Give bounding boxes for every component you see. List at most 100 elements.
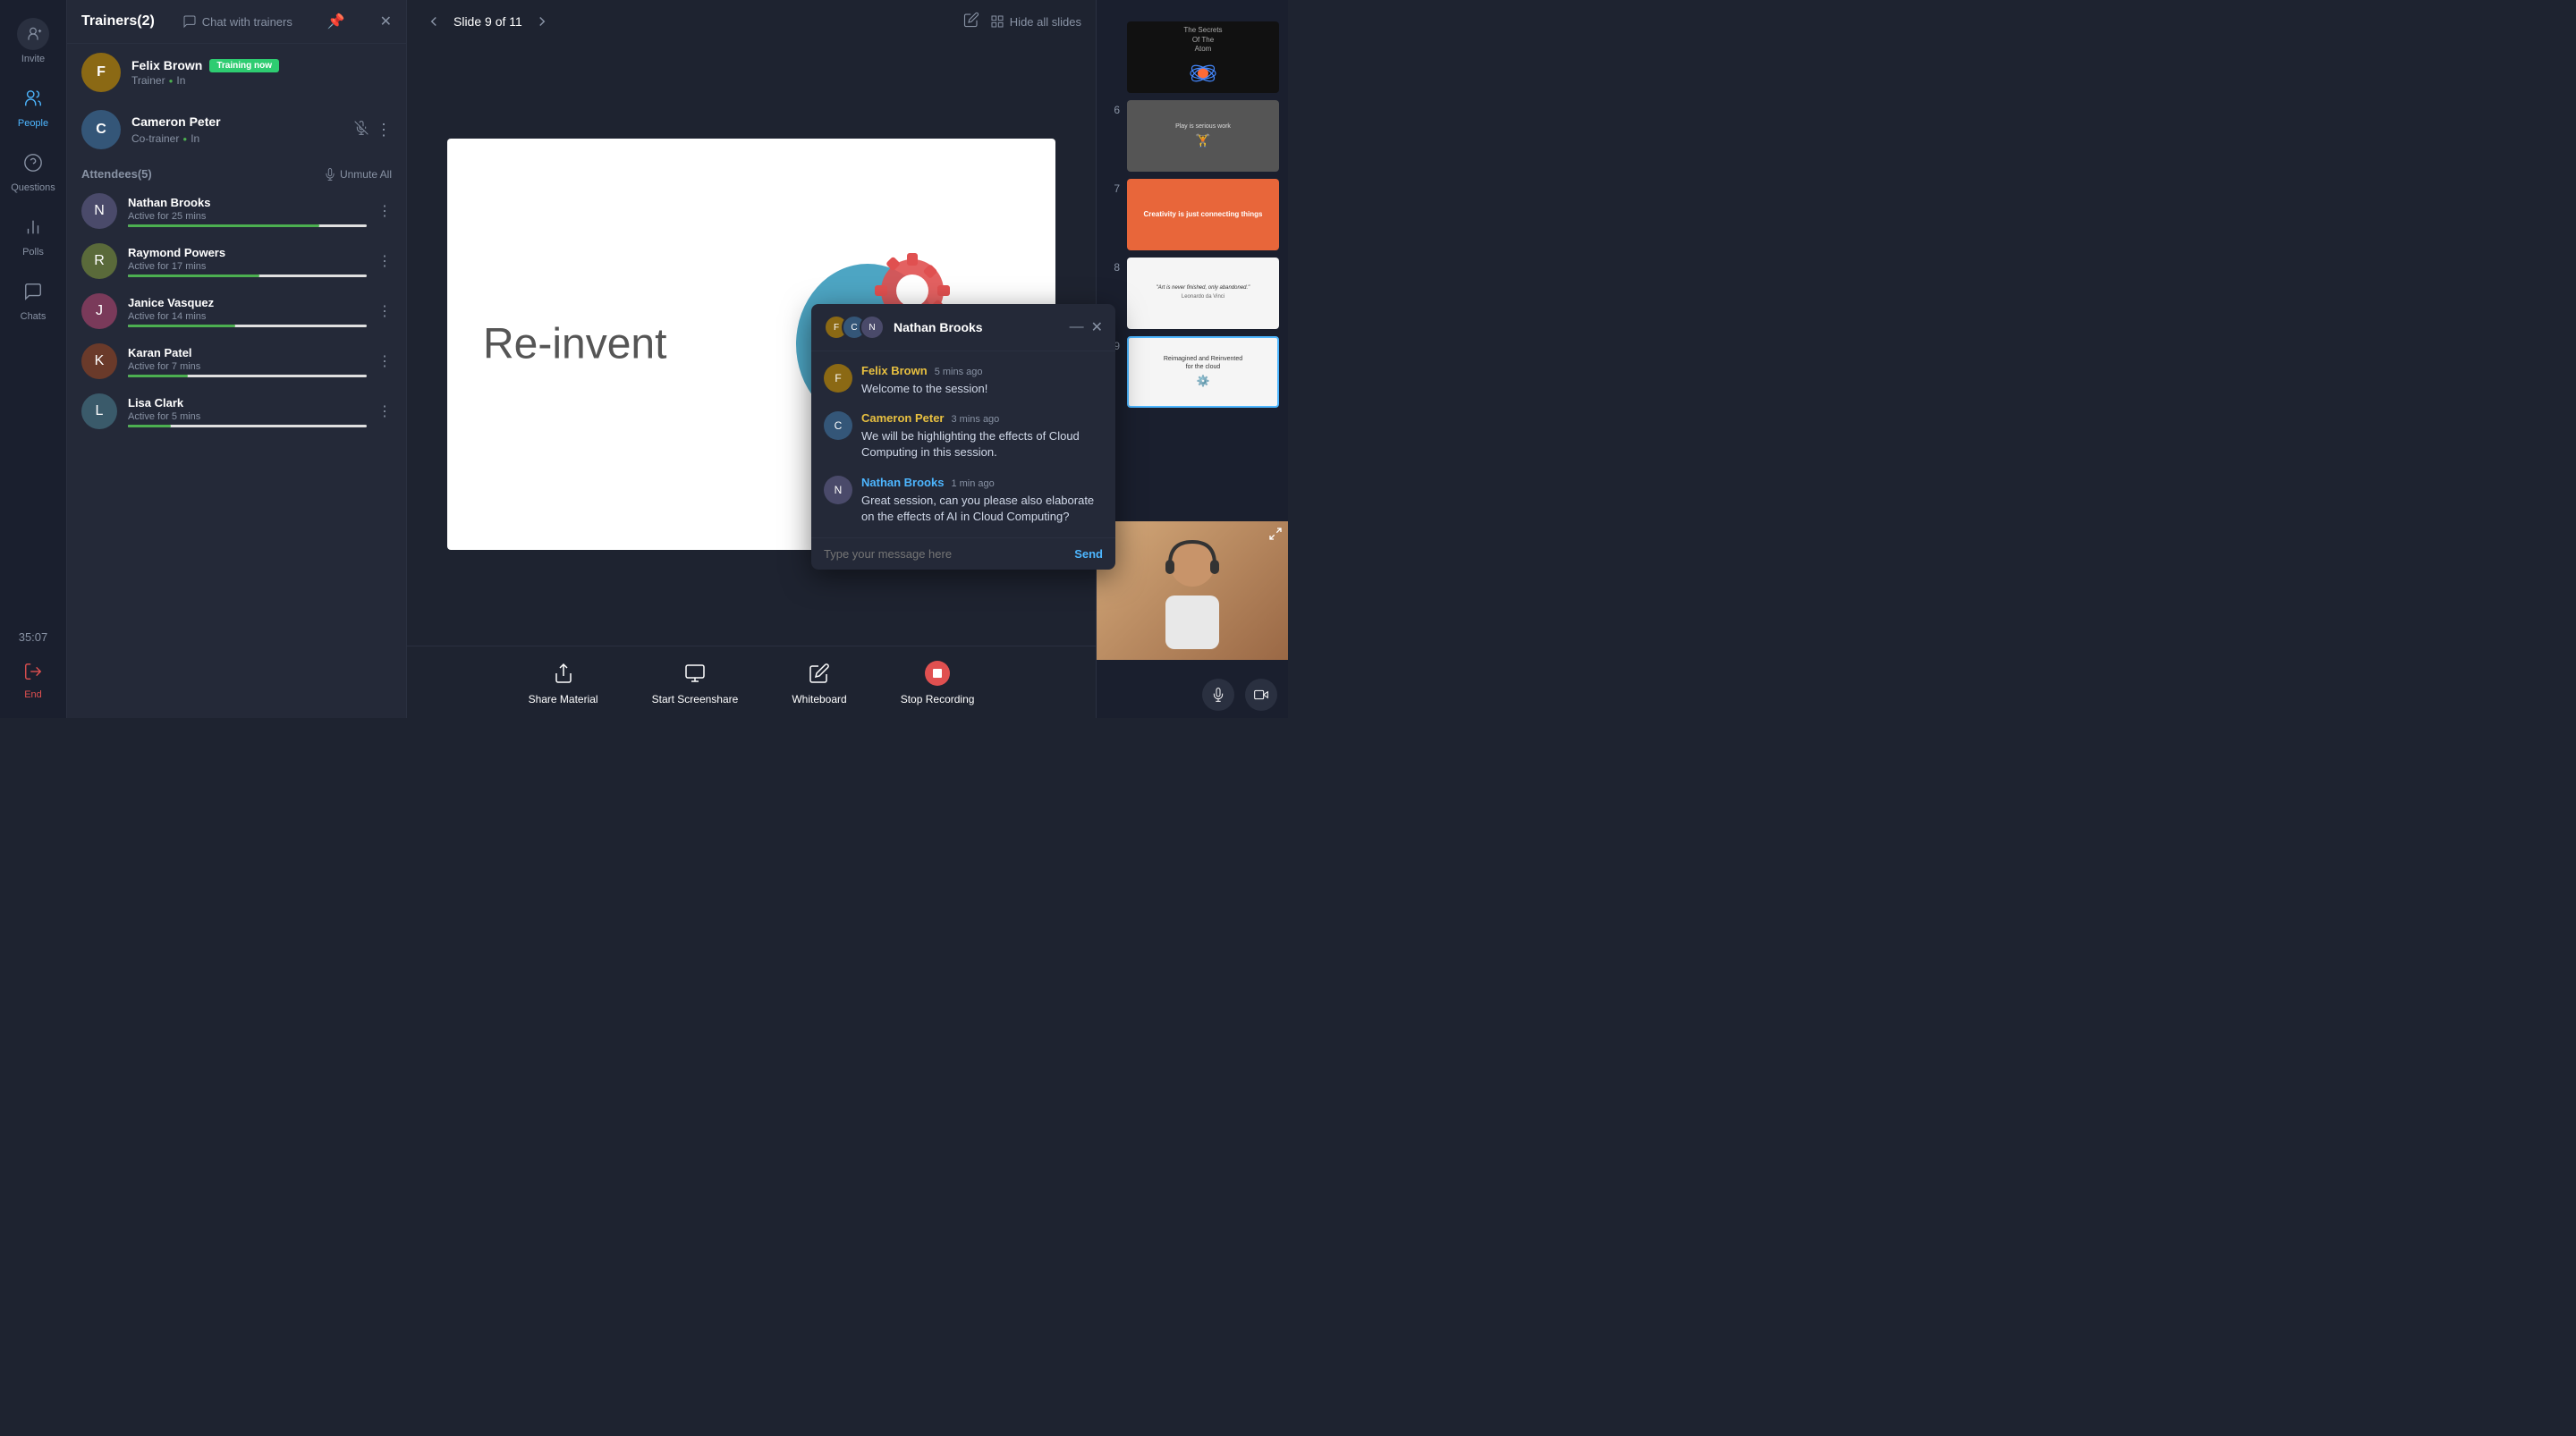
chat-messages: F Felix Brown 5 mins ago Welcome to the … <box>811 351 1115 537</box>
more-icon-lisa[interactable]: ⋮ <box>377 402 392 420</box>
msg-time-0: 5 mins ago <box>935 367 983 377</box>
trainer-badge-felix: Training now <box>209 59 279 72</box>
attendee-avatar-karan: K <box>81 343 117 379</box>
attendee-name-karan: Karan Patel <box>128 346 367 359</box>
attendee-item-raymond[interactable]: R Raymond Powers Active for 17 mins ⋮ <box>67 236 406 286</box>
active-bar-lisa <box>128 425 367 427</box>
chat-send-button[interactable]: Send <box>1074 547 1103 561</box>
trainer-item-cameron[interactable]: C Cameron Peter Co-trainer ● In ⋮ <box>67 101 406 158</box>
active-bar-nathan <box>128 224 367 227</box>
next-slide-button[interactable] <box>530 9 555 34</box>
slide-thumb-9[interactable]: Reimagined and Reinventedfor the cloud ⚙… <box>1127 336 1279 408</box>
chat-input[interactable] <box>824 547 1065 561</box>
msg-time-1: 3 mins ago <box>951 414 999 425</box>
share-material-icon <box>549 659 578 688</box>
attendee-avatar-janice: J <box>81 293 117 329</box>
questions-icon <box>17 147 49 179</box>
attendee-active-lisa: Active for 5 mins <box>128 411 367 422</box>
attendees-title: Attendees(5) <box>81 167 152 181</box>
active-bar-fill-karan <box>128 375 188 377</box>
attendee-active-raymond: Active for 17 mins <box>128 261 367 272</box>
start-screenshare-button[interactable]: Start Screenshare <box>652 659 739 705</box>
msg-text-1: We will be highlighting the effects of C… <box>861 428 1103 460</box>
share-material-button[interactable]: Share Material <box>529 659 598 705</box>
msg-sender-2: Nathan Brooks <box>861 476 944 489</box>
edit-button[interactable] <box>963 12 979 32</box>
slide-counter: Slide 9 of 11 <box>453 14 522 29</box>
attendee-avatar-nathan: N <box>81 193 117 229</box>
attendee-info-lisa: Lisa Clark Active for 5 mins <box>128 396 367 427</box>
chat-avatar-nathan-mini: N <box>860 315 885 340</box>
active-bar-fill-raymond <box>128 275 259 277</box>
chat-message-0: F Felix Brown 5 mins ago Welcome to the … <box>824 364 1103 397</box>
end-icon <box>23 662 43 686</box>
people-panel: Trainers(2) Chat with trainers 📌 ✕ F Fel… <box>67 0 407 718</box>
slide-thumb-5[interactable]: The SecretsOf TheAtom <box>1127 21 1279 93</box>
attendee-item-nathan[interactable]: N Nathan Brooks Active for 25 mins ⋮ <box>67 186 406 236</box>
attendee-item-lisa[interactable]: L Lisa Clark Active for 5 mins ⋮ <box>67 386 406 436</box>
more-icon-janice[interactable]: ⋮ <box>377 302 392 320</box>
sidebar-item-people[interactable]: People <box>0 73 66 138</box>
msg-text-0: Welcome to the session! <box>861 381 1103 397</box>
trainer-info-felix: Felix Brown Training now Trainer ● In <box>131 58 392 87</box>
sidebar-item-questions[interactable]: Questions <box>0 138 66 202</box>
mic-button[interactable] <box>1202 679 1234 711</box>
trainer-avatar-felix: F <box>81 53 121 92</box>
msg-time-2: 1 min ago <box>951 478 994 489</box>
attendee-item-janice[interactable]: J Janice Vasquez Active for 14 mins ⋮ <box>67 286 406 336</box>
attendee-info-raymond: Raymond Powers Active for 17 mins <box>128 246 367 277</box>
main-area: Slide 9 of 11 Hide all slides <box>407 0 1096 718</box>
sidebar-item-chats[interactable]: Chats <box>0 266 66 331</box>
close-panel-icon[interactable]: ✕ <box>380 13 392 30</box>
hide-slides-label: Hide all slides <box>1010 15 1081 29</box>
slide-thumb-row-8: 8 "Art is never finished, only abandoned… <box>1106 258 1279 329</box>
trainer-name-felix: Felix Brown <box>131 58 202 72</box>
msg-body-2: Nathan Brooks 1 min ago Great session, c… <box>861 476 1103 525</box>
trainer-role-felix: Trainer ● In <box>131 74 392 87</box>
chats-icon <box>17 275 49 308</box>
slide-thumb-6[interactable]: Play is serious work 🏋️ <box>1127 100 1279 172</box>
trainer-item-felix[interactable]: F Felix Brown Training now Trainer ● In <box>67 44 406 101</box>
video-section <box>1097 579 1288 718</box>
mute-icon[interactable] <box>354 121 369 139</box>
whiteboard-button[interactable]: Whiteboard <box>792 659 846 705</box>
slide-thumb-7[interactable]: Creativity is just connecting things <box>1127 179 1279 250</box>
msg-avatar-felix: F <box>824 364 852 393</box>
more-icon-nathan[interactable]: ⋮ <box>377 202 392 220</box>
more-icon-karan[interactable]: ⋮ <box>377 352 392 370</box>
chat-minimize-button[interactable]: — <box>1070 319 1084 335</box>
attendee-info-nathan: Nathan Brooks Active for 25 mins <box>128 196 367 227</box>
hide-slides-button[interactable]: Hide all slides <box>990 14 1081 29</box>
slide-thumb-8[interactable]: "Art is never finished, only abandoned."… <box>1127 258 1279 329</box>
screenshare-label: Start Screenshare <box>652 693 739 705</box>
chat-modal: F C N Nathan Brooks — ✕ F Felix Brown 5 … <box>811 304 1115 570</box>
sidebar-item-polls[interactable]: Polls <box>0 202 66 266</box>
active-bar-fill-nathan <box>128 224 319 227</box>
slide-thumb-row-9: 9 Reimagined and Reinventedfor the cloud… <box>1106 336 1279 408</box>
slide-num-8: 8 <box>1106 258 1120 274</box>
people-icon <box>17 82 49 114</box>
video-person <box>1097 521 1288 660</box>
chat-trainers-label: Chat with trainers <box>202 15 292 29</box>
chat-close-button[interactable]: ✕ <box>1091 318 1103 336</box>
top-bar-right: Hide all slides <box>963 12 1081 32</box>
left-sidebar: Invite People Questions Polls <box>0 0 67 718</box>
end-label: End <box>24 689 42 700</box>
chat-trainers-button[interactable]: Chat with trainers <box>182 14 292 29</box>
whiteboard-label: Whiteboard <box>792 693 846 705</box>
stop-recording-button[interactable]: Stop Recording <box>901 659 975 705</box>
more-icon-raymond[interactable]: ⋮ <box>377 252 392 270</box>
slide-num-5 <box>1106 21 1120 25</box>
video-expand-button[interactable] <box>1268 527 1283 545</box>
chat-message-2: N Nathan Brooks 1 min ago Great session,… <box>824 476 1103 525</box>
active-bar-fill-janice <box>128 325 235 327</box>
camera-button[interactable] <box>1245 679 1277 711</box>
end-button[interactable]: End <box>23 653 43 709</box>
sidebar-item-invite[interactable]: Invite <box>0 9 66 73</box>
more-icon-cameron[interactable]: ⋮ <box>376 121 392 139</box>
unmute-all-button[interactable]: Unmute All <box>324 168 392 181</box>
whiteboard-icon <box>805 659 834 688</box>
attendee-item-karan[interactable]: K Karan Patel Active for 7 mins ⋮ <box>67 336 406 386</box>
prev-slide-button[interactable] <box>421 9 446 34</box>
sidebar-chats-label: Chats <box>21 311 47 322</box>
